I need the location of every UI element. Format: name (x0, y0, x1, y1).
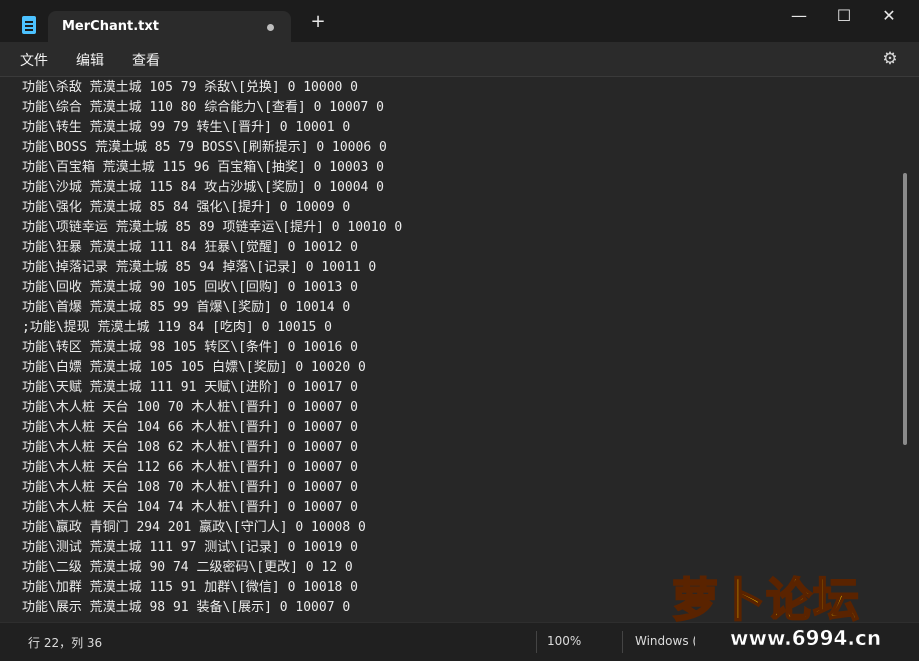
title-bar: MerChant.txt + — ☐ ✕ (0, 0, 919, 42)
text-line: 功能\狂暴 荒漠土城 111 84 狂暴\[觉醒] 0 10012 0 (22, 240, 359, 255)
text-line: 功能\木人桩 天台 112 66 木人桩\[晋升] 0 10007 0 (22, 460, 359, 475)
minimize-button[interactable]: — (776, 2, 822, 30)
text-line: 功能\沙城 荒漠土城 115 84 攻占沙城\[奖励] 0 10004 0 (22, 180, 385, 195)
close-button[interactable]: ✕ (866, 2, 912, 30)
cursor-position: 行 22，列 36 (28, 636, 103, 650)
text-line: 功能\天赋 荒漠土城 111 91 天赋\[进阶] 0 10017 0 (22, 380, 359, 395)
new-tab-button[interactable]: + (308, 12, 328, 32)
zoom-level[interactable]: 100% (547, 634, 581, 648)
tab-title: MerChant.txt (62, 19, 159, 34)
text-lines: 功能\杀敌 荒漠土城 105 79 杀敌\[兑换] 0 10000 0 功能\综合… (22, 78, 892, 618)
text-line: 功能\转生 荒漠土城 99 79 转生\[晋升] 0 10001 0 (22, 120, 351, 135)
text-line: 功能\综合 荒漠土城 110 80 综合能力\[查看] 0 10007 0 (22, 100, 385, 115)
text-line: 功能\项链幸运 荒漠土城 85 89 项链幸运\[提升] 0 10010 0 (22, 220, 403, 235)
text-line: 功能\嬴政 青铜门 294 201 嬴政\[守门人] 0 10008 0 (22, 520, 366, 535)
text-line: 功能\转区 荒漠土城 98 105 转区\[条件] 0 10016 0 (22, 340, 359, 355)
text-line: 功能\强化 荒漠土城 85 84 强化\[提升] 0 10009 0 (22, 200, 351, 215)
text-line: 功能\首爆 荒漠土城 85 99 首爆\[奖励] 0 10014 0 (22, 300, 351, 315)
text-line: 功能\杀敌 荒漠土城 105 79 杀敌\[兑换] 0 10000 0 (22, 80, 359, 95)
text-line: 功能\测试 荒漠土城 111 97 测试\[记录] 0 10019 0 (22, 540, 359, 555)
tab-merchant-txt[interactable]: MerChant.txt (48, 11, 291, 42)
text-line: 功能\百宝箱 荒漠土城 115 96 百宝箱\[抽奖] 0 10003 0 (22, 160, 385, 175)
text-line: 功能\白嫖 荒漠土城 105 105 白嫖\[奖励] 0 10020 0 (22, 360, 366, 375)
text-line: 功能\木人桩 天台 108 62 木人桩\[晋升] 0 10007 0 (22, 440, 359, 455)
site-watermark: 萝卜论坛 www.6994.cn (666, 564, 912, 656)
text-line: 功能\木人桩 天台 104 66 木人桩\[晋升] 0 10007 0 (22, 420, 359, 435)
text-line: ;功能\提现 荒漠土城 119 84 [吃肉] 0 10015 0 (22, 320, 333, 335)
notepad-app-icon (22, 16, 36, 34)
vertical-scrollbar[interactable] (903, 173, 907, 445)
menu-view[interactable]: 查看 (132, 50, 160, 70)
watermark-logo-text: 萝卜论坛 (671, 572, 860, 628)
status-divider (536, 631, 537, 653)
text-editor[interactable]: 功能\杀敌 荒漠土城 105 79 杀敌\[兑换] 0 10000 0 功能\综合… (0, 76, 919, 622)
text-line: 功能\木人桩 天台 100 70 木人桩\[晋升] 0 10007 0 (22, 400, 359, 415)
settings-gear-icon[interactable]: ⚙ (880, 49, 900, 69)
status-divider (622, 631, 623, 653)
menu-bar: 文件 编辑 查看 ⚙ (0, 42, 919, 76)
unsaved-dot-icon[interactable] (267, 24, 274, 31)
watermark-url: www.6994.cn (730, 626, 882, 651)
menu-edit[interactable]: 编辑 (76, 50, 104, 70)
notepad-window: MerChant.txt + — ☐ ✕ 文件 编辑 查看 ⚙ 功能\杀敌 荒漠… (0, 0, 919, 661)
text-line: 功能\回收 荒漠土城 90 105 回收\[回购] 0 10013 0 (22, 280, 359, 295)
text-line: 功能\掉落记录 荒漠土城 85 94 掉落\[记录] 0 10011 0 (22, 260, 377, 275)
menu-file[interactable]: 文件 (20, 50, 48, 70)
text-line: 功能\BOSS 荒漠土城 85 79 BOSS\[刷新提示] 0 10006 0 (22, 140, 387, 155)
maximize-button[interactable]: ☐ (821, 2, 867, 30)
text-line: 功能\木人桩 天台 104 74 木人桩\[晋升] 0 10007 0 (22, 500, 359, 515)
text-line: 功能\木人桩 天台 108 70 木人桩\[晋升] 0 10007 0 (22, 480, 359, 495)
